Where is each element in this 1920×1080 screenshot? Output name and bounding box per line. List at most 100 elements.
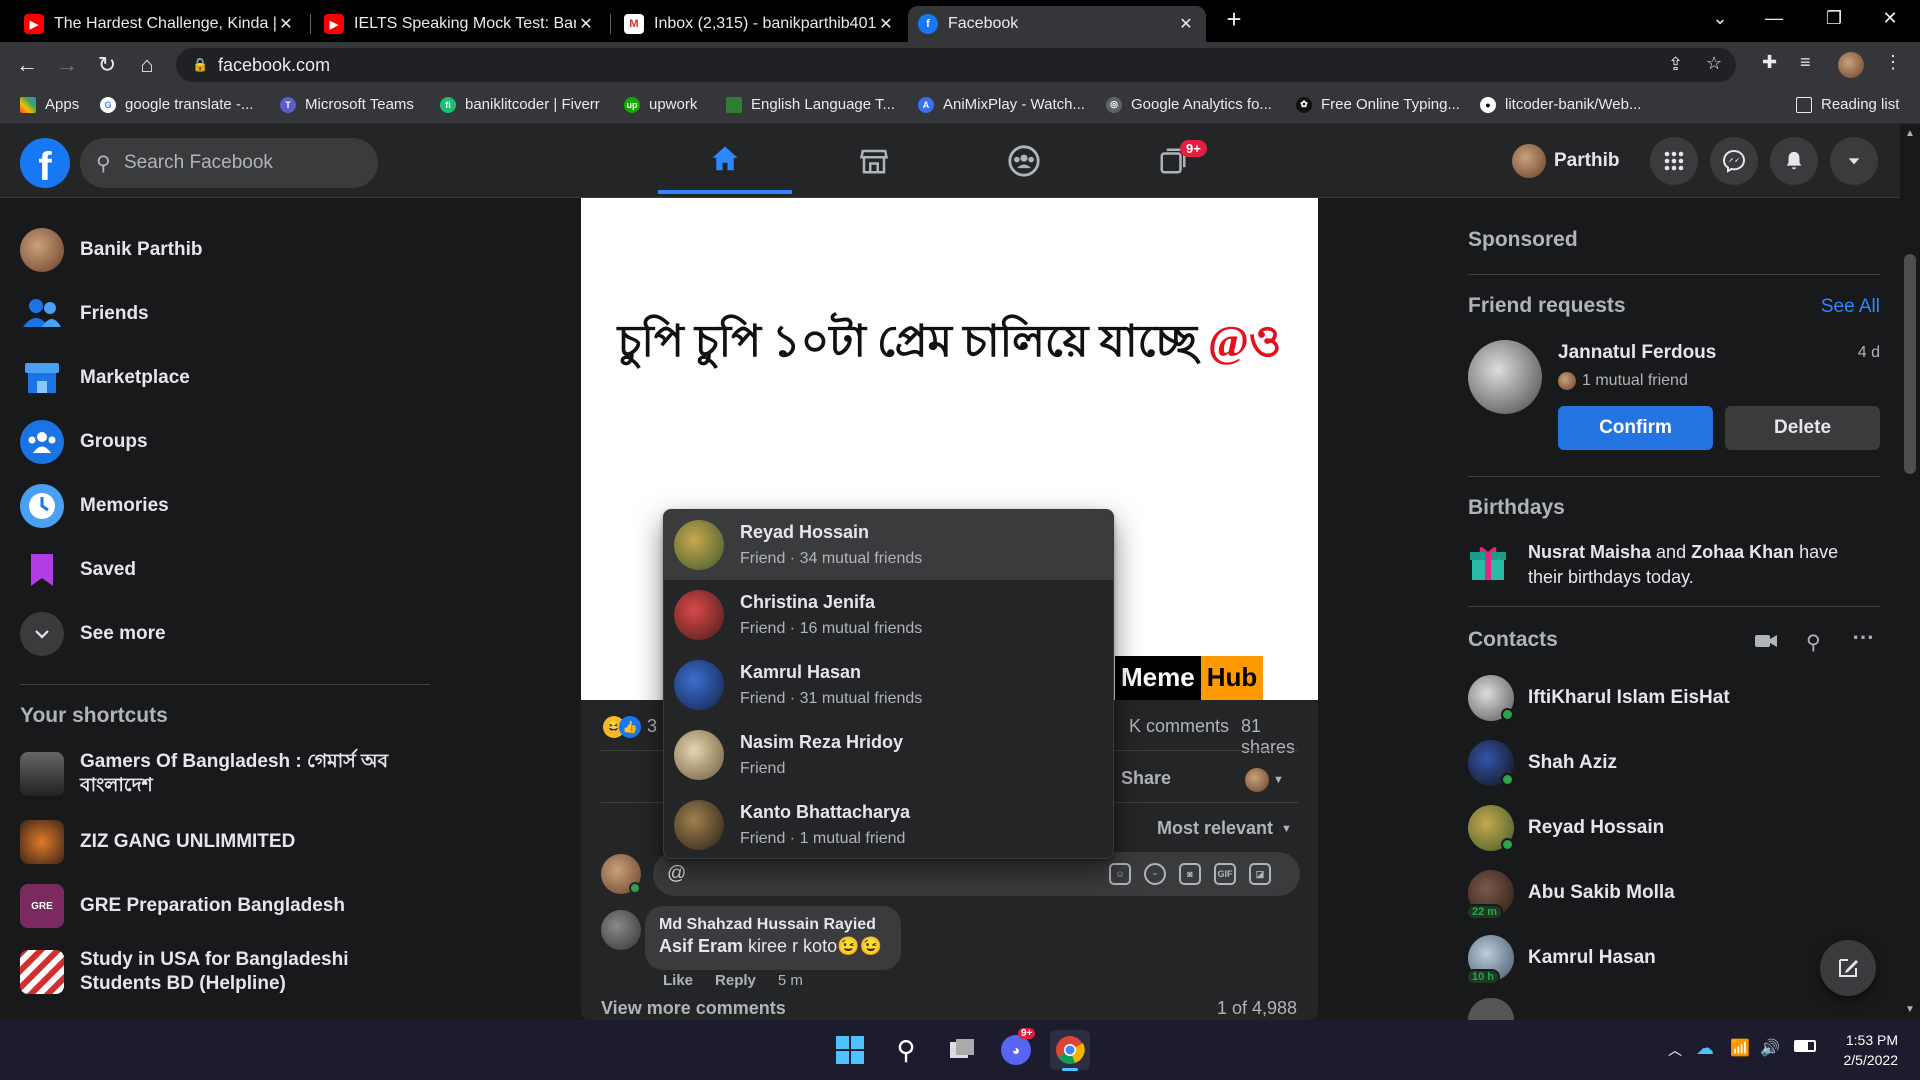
mention-option[interactable]: Kanto Bhattacharya Friend · 1 mutual fri…: [664, 790, 1113, 858]
mention-option[interactable]: Nasim Reza Hridoy Friend: [664, 720, 1113, 790]
bookmark-animixplay[interactable]: A AniMixPlay - Watch...: [918, 96, 1085, 113]
sidebar-item-groups[interactable]: Groups: [20, 416, 440, 468]
comment-like-link[interactable]: Like: [663, 972, 693, 989]
avatar[interactable]: [601, 910, 641, 950]
comment-mention[interactable]: Asif Eram: [659, 936, 743, 956]
more-options-icon[interactable]: ⋯: [1852, 624, 1874, 650]
tab-groups[interactable]: [957, 128, 1091, 194]
comments-count[interactable]: K comments: [1129, 716, 1229, 737]
discord-icon[interactable]: ◕ 9+: [996, 1028, 1036, 1070]
wifi-icon[interactable]: 📶: [1730, 1038, 1750, 1058]
browser-tab[interactable]: M Inbox (2,315) - banikparthib401@ ✕: [614, 6, 906, 42]
extensions-icon[interactable]: ✚: [1762, 52, 1777, 73]
view-more-comments-link[interactable]: View more comments: [601, 998, 786, 1019]
messenger-button[interactable]: [1710, 137, 1758, 185]
address-bar[interactable]: 🔒 facebook.com ⇪ ☆: [176, 48, 1736, 82]
comment-reply-link[interactable]: Reply: [715, 972, 756, 989]
avatar[interactable]: [601, 854, 641, 894]
close-tab-icon[interactable]: ✕: [1176, 14, 1196, 34]
sidebar-item-profile[interactable]: Banik Parthib: [20, 224, 440, 276]
back-icon[interactable]: ←: [12, 52, 42, 78]
bookmark-fiverr[interactable]: fi baniklitcoder | Fiverr: [440, 96, 600, 113]
page-scrollbar[interactable]: ▲ ▼: [1900, 124, 1920, 1020]
close-tab-icon[interactable]: ✕: [276, 14, 296, 34]
share-audience-selector[interactable]: ▼: [1245, 768, 1284, 792]
birthday-name[interactable]: Nusrat Maisha: [1528, 542, 1651, 562]
share-button[interactable]: Share: [1121, 768, 1171, 789]
shortcut-item[interactable]: ZIZ GANG UNLIMMITED: [20, 816, 440, 868]
minimize-icon[interactable]: —: [1754, 8, 1794, 29]
sticker-icon[interactable]: ◪: [1249, 863, 1271, 885]
tab-search-icon[interactable]: ⌄: [1700, 8, 1740, 29]
bookmark-upwork[interactable]: up upwork: [624, 96, 697, 113]
notifications-button[interactable]: [1770, 137, 1818, 185]
emoji-icon[interactable]: ᵕ: [1144, 863, 1166, 885]
confirm-button[interactable]: Confirm: [1558, 406, 1713, 450]
shortcut-item[interactable]: Study in USA for Bangladeshi Students BD…: [20, 942, 440, 1002]
sidebar-item-see-more[interactable]: See more: [20, 608, 440, 660]
bookmark-star-icon[interactable]: ☆: [1706, 53, 1722, 74]
task-view-icon[interactable]: [942, 1030, 982, 1070]
maximize-icon[interactable]: ❐: [1814, 8, 1854, 29]
gif-icon[interactable]: GIF: [1214, 863, 1236, 885]
birthday-name[interactable]: Zohaa Khan: [1691, 542, 1794, 562]
new-room-video-icon[interactable]: [1754, 630, 1780, 652]
windows-start-icon[interactable]: [830, 1030, 870, 1070]
scroll-down-arrow[interactable]: ▼: [1905, 1004, 1915, 1015]
bookmark-google-translate[interactable]: Ggoogle translate -...: [100, 96, 253, 113]
like-reaction-icon[interactable]: 👍: [619, 716, 641, 738]
reaction-count[interactable]: 3: [647, 716, 657, 737]
tab-gaming[interactable]: 9+: [1106, 128, 1240, 194]
contact-item[interactable]: 22 m Abu Sakib Molla: [1466, 867, 1880, 920]
contact-item[interactable]: Reyad Hossain: [1468, 802, 1880, 854]
bookmark-google-analytics[interactable]: ◎ Google Analytics fo...: [1106, 96, 1272, 113]
browser-tab[interactable]: ▶ IELTS Speaking Mock Test: Band 7 ✕: [314, 6, 606, 42]
mention-option[interactable]: Christina Jenifa Friend · 16 mutual frie…: [664, 580, 1113, 650]
media-control-icon[interactable]: ≡: [1800, 52, 1811, 73]
bookmark-english-language[interactable]: English Language T...: [726, 96, 895, 113]
new-message-button[interactable]: [1820, 940, 1876, 996]
account-button[interactable]: [1830, 137, 1878, 185]
mutual-friends-text[interactable]: 1 mutual friend: [1582, 372, 1688, 390]
sidebar-item-marketplace[interactable]: Marketplace: [20, 352, 440, 404]
facebook-logo[interactable]: f: [20, 138, 70, 189]
new-tab-icon[interactable]: +: [1214, 4, 1254, 35]
camera-icon[interactable]: ◙: [1179, 863, 1201, 885]
comment-sort-dropdown[interactable]: Most relevant ▼: [1157, 818, 1292, 839]
reload-icon[interactable]: ↻: [92, 52, 122, 78]
browser-tab-active[interactable]: f Facebook ✕: [908, 6, 1206, 42]
show-hidden-icons-chevron[interactable]: ︿: [1668, 1040, 1682, 1060]
battery-icon[interactable]: [1794, 1040, 1816, 1052]
tab-home[interactable]: [658, 128, 792, 194]
close-tab-icon[interactable]: ✕: [876, 14, 896, 34]
shares-count[interactable]: 81 shares: [1241, 716, 1298, 758]
shortcut-item[interactable]: Gamers Of Bangladesh : গেমার্স অব বাংলাদ…: [20, 746, 440, 802]
avatar-sticker-icon[interactable]: ☺: [1109, 863, 1131, 885]
request-name[interactable]: Jannatul Ferdous: [1558, 342, 1716, 364]
search-input[interactable]: [124, 138, 364, 188]
see-all-link[interactable]: See All: [1821, 296, 1880, 318]
share-icon[interactable]: ⇪: [1668, 54, 1683, 75]
sidebar-item-memories[interactable]: Memories: [20, 480, 440, 532]
profile-shortcut[interactable]: Parthib: [1512, 139, 1619, 183]
contact-item[interactable]: IftiKharul Islam EisHat: [1468, 672, 1880, 724]
mention-option[interactable]: Reyad Hossain Friend · 34 mutual friends: [664, 510, 1113, 580]
chrome-menu-icon[interactable]: ⋮: [1884, 52, 1902, 73]
search-icon[interactable]: ⚲: [886, 1030, 926, 1070]
volume-icon[interactable]: 🔊: [1760, 1038, 1780, 1058]
sidebar-item-saved[interactable]: Saved: [20, 544, 440, 596]
menu-button[interactable]: [1650, 137, 1698, 185]
shortcut-item[interactable]: GRE GRE Preparation Bangladesh: [20, 880, 440, 932]
bookmark-github[interactable]: ● litcoder-banik/Web...: [1480, 96, 1641, 113]
system-clock[interactable]: 1:53 PM 2/5/2022: [1844, 1030, 1899, 1070]
onedrive-cloud-icon[interactable]: ☁: [1696, 1038, 1714, 1059]
contact-item[interactable]: Shah Aziz: [1468, 737, 1880, 789]
home-icon[interactable]: ⌂: [132, 52, 162, 78]
chrome-profile-avatar[interactable]: [1838, 52, 1864, 78]
forward-icon[interactable]: →: [52, 52, 82, 78]
search-box[interactable]: ⚲: [80, 138, 378, 188]
scroll-up-arrow[interactable]: ▲: [1905, 128, 1915, 139]
close-tab-icon[interactable]: ✕: [576, 14, 596, 34]
comment-timestamp[interactable]: 5 m: [778, 972, 803, 989]
avatar[interactable]: [1468, 340, 1542, 414]
